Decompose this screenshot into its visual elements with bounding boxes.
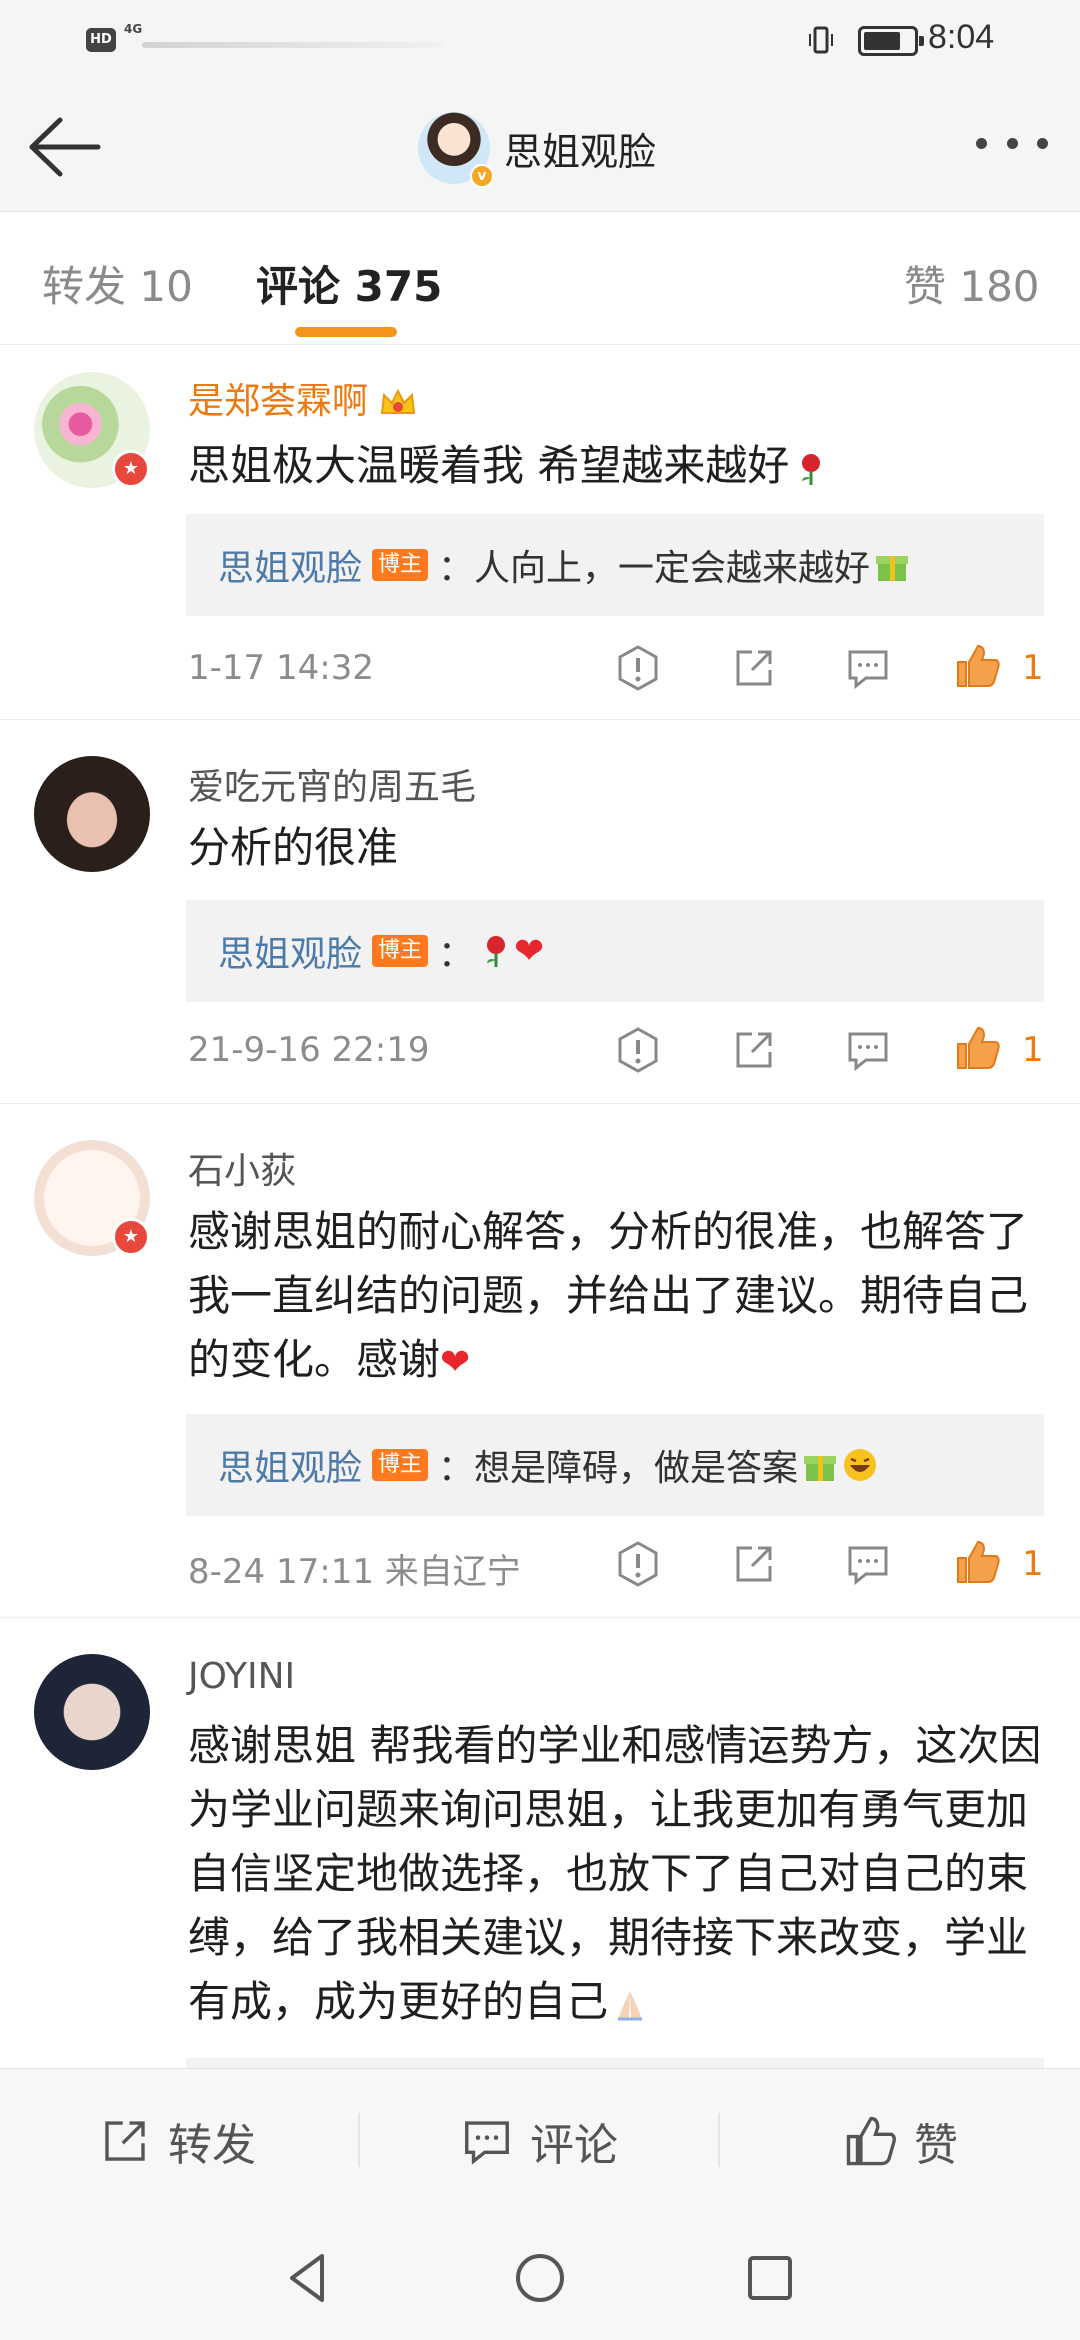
- tab-likes[interactable]: 赞 180: [904, 253, 1040, 314]
- comment-label: 评论: [530, 2120, 618, 2171]
- comment-time: 1-17 14:32: [188, 648, 374, 688]
- reply-author[interactable]: 思姐观脸: [218, 539, 362, 591]
- divider: [718, 2113, 720, 2167]
- like-icon[interactable]: [954, 642, 1002, 690]
- like-icon[interactable]: [954, 1538, 1002, 1586]
- reply-author[interactable]: 思姐观脸: [218, 1439, 362, 1491]
- repost-label: 转发: [168, 2120, 256, 2171]
- member-badge-icon: ★: [112, 450, 150, 488]
- bottom-action-bar: 转发 评论 赞: [0, 2068, 1080, 2212]
- nav-back-icon[interactable]: [278, 2248, 338, 2308]
- report-icon[interactable]: [614, 644, 662, 692]
- comment-item: JOYINI 感谢思姐 帮我看的学业和感情运势方，这次因为学业问题来询问思姐，让…: [0, 1618, 1080, 2068]
- system-nav-bar: [0, 2212, 1080, 2340]
- laughing-emoji-icon: [844, 1449, 877, 1481]
- share-icon[interactable]: [730, 1026, 778, 1074]
- author-reply[interactable]: [186, 2058, 1044, 2068]
- share-icon[interactable]: [730, 1540, 778, 1588]
- like-count: 1: [1022, 1544, 1044, 1584]
- author-reply[interactable]: 思姐观脸 博主 ： ❤: [186, 900, 1044, 1002]
- more-options-icon[interactable]: [976, 138, 1048, 158]
- report-icon[interactable]: [614, 1026, 662, 1074]
- reply-comment-icon[interactable]: [844, 1540, 892, 1588]
- comment-text: 感谢思姐的耐心解答，分析的很准，也解答了我一直纠结的问题，并给出了建议。期待自己…: [188, 1207, 1029, 1384]
- account-header[interactable]: v 思姐观脸: [418, 108, 656, 188]
- author-reply[interactable]: 思姐观脸 博主 ：人向上，一定会越来越好: [186, 514, 1044, 616]
- comment-text: 分析的很准: [188, 823, 399, 872]
- like-label: 赞: [914, 2120, 958, 2171]
- praying-hands-emoji-icon: [618, 1990, 643, 2020]
- author-tag: 博主: [372, 549, 429, 581]
- like-button[interactable]: 赞: [844, 2111, 958, 2171]
- heart-emoji-icon: ❤: [514, 930, 545, 972]
- repost-icon: [105, 2121, 145, 2161]
- clock: 8:04: [928, 18, 995, 56]
- hd-indicator: HD: [86, 28, 116, 52]
- tab-comments[interactable]: 评论 375: [256, 253, 442, 314]
- comment-item: ★ 是郑荟霖啊 思姐极大温暖着我 希望越来越好 思姐观脸 博主 ：人向上，一定会…: [0, 346, 1080, 720]
- rose-emoji-icon: [487, 936, 506, 967]
- comment-item: 爱吃元宵的周五毛 分析的很准 思姐观脸 博主 ： ❤ 21-9-16 22:19…: [0, 720, 1080, 1104]
- heart-emoji-icon: ❤: [440, 1342, 471, 1383]
- comment-username[interactable]: 是郑荟霖啊: [188, 372, 418, 424]
- comment-text: 感谢思姐 帮我看的学业和感情运势方，这次因为学业问题来询问思姐，让我更加有勇气更…: [188, 1721, 1042, 2026]
- like-count: 1: [1022, 648, 1044, 688]
- active-tab-indicator: [295, 327, 397, 337]
- divider: [358, 2113, 360, 2167]
- comment-username[interactable]: 石小荻: [188, 1142, 296, 1194]
- reply-author[interactable]: 思姐观脸: [218, 925, 362, 977]
- reply-text: ：: [438, 934, 475, 975]
- like-icon[interactable]: [954, 1024, 1002, 1072]
- like-count: 1: [1022, 1030, 1044, 1070]
- share-icon[interactable]: [730, 644, 778, 692]
- reply-comment-icon[interactable]: [844, 1026, 892, 1074]
- avatar[interactable]: [34, 1654, 150, 1770]
- signal-strength-icon: [142, 42, 442, 48]
- repost-button[interactable]: 转发: [98, 2111, 256, 2171]
- author-tag: 博主: [372, 1449, 429, 1481]
- reply-text: ：人向上，一定会越来越好: [438, 548, 871, 589]
- vibrate-icon: [809, 26, 833, 54]
- comment-text: 思姐极大温暖着我 希望越来越好: [188, 434, 1054, 498]
- member-badge-icon: ★: [112, 1218, 150, 1256]
- author-tag: 博主: [372, 935, 429, 967]
- back-arrow-icon[interactable]: [24, 112, 104, 182]
- report-icon[interactable]: [614, 1540, 662, 1588]
- comment-username[interactable]: 爱吃元宵的周五毛: [188, 758, 476, 810]
- comment-button[interactable]: 评论: [460, 2111, 618, 2171]
- account-avatar[interactable]: v: [418, 112, 494, 188]
- gift-emoji-icon: [876, 556, 909, 581]
- author-reply[interactable]: 思姐观脸 博主 ：想是障碍，做是答案: [186, 1414, 1044, 1516]
- tab-reposts[interactable]: 转发 10: [42, 253, 193, 314]
- comment-time: 21-9-16 22:19: [188, 1030, 430, 1070]
- rose-emoji-icon: [802, 453, 821, 485]
- reply-text: ：想是障碍，做是答案: [438, 1448, 799, 1489]
- comment-item: ★ 石小荻 感谢思姐的耐心解答，分析的很准，也解答了我一直纠结的问题，并给出了建…: [0, 1104, 1080, 1618]
- nav-recents-icon[interactable]: [740, 2248, 800, 2308]
- gift-emoji-icon: [804, 1456, 837, 1481]
- nav-home-icon[interactable]: [510, 2248, 570, 2308]
- reply-comment-icon[interactable]: [844, 644, 892, 692]
- vip-crown-icon: [380, 388, 416, 414]
- network-indicator: 4G: [124, 22, 143, 36]
- thumbs-up-icon: [846, 2116, 896, 2166]
- comment-time: 8-24 17:11 来自辽宁: [188, 1552, 521, 1592]
- status-bar: HD 4G 8:04: [0, 0, 1080, 82]
- tab-bar: 转发 10 评论 375 赞 180: [0, 213, 1080, 345]
- title-bar: v 思姐观脸: [0, 82, 1080, 212]
- verified-badge-icon: v: [470, 164, 494, 188]
- page-title: 思姐观脸: [504, 129, 657, 174]
- comment-username[interactable]: JOYINI: [188, 1656, 295, 1697]
- battery-icon: [858, 26, 924, 56]
- comment-icon: [465, 2121, 509, 2165]
- avatar[interactable]: [34, 756, 150, 872]
